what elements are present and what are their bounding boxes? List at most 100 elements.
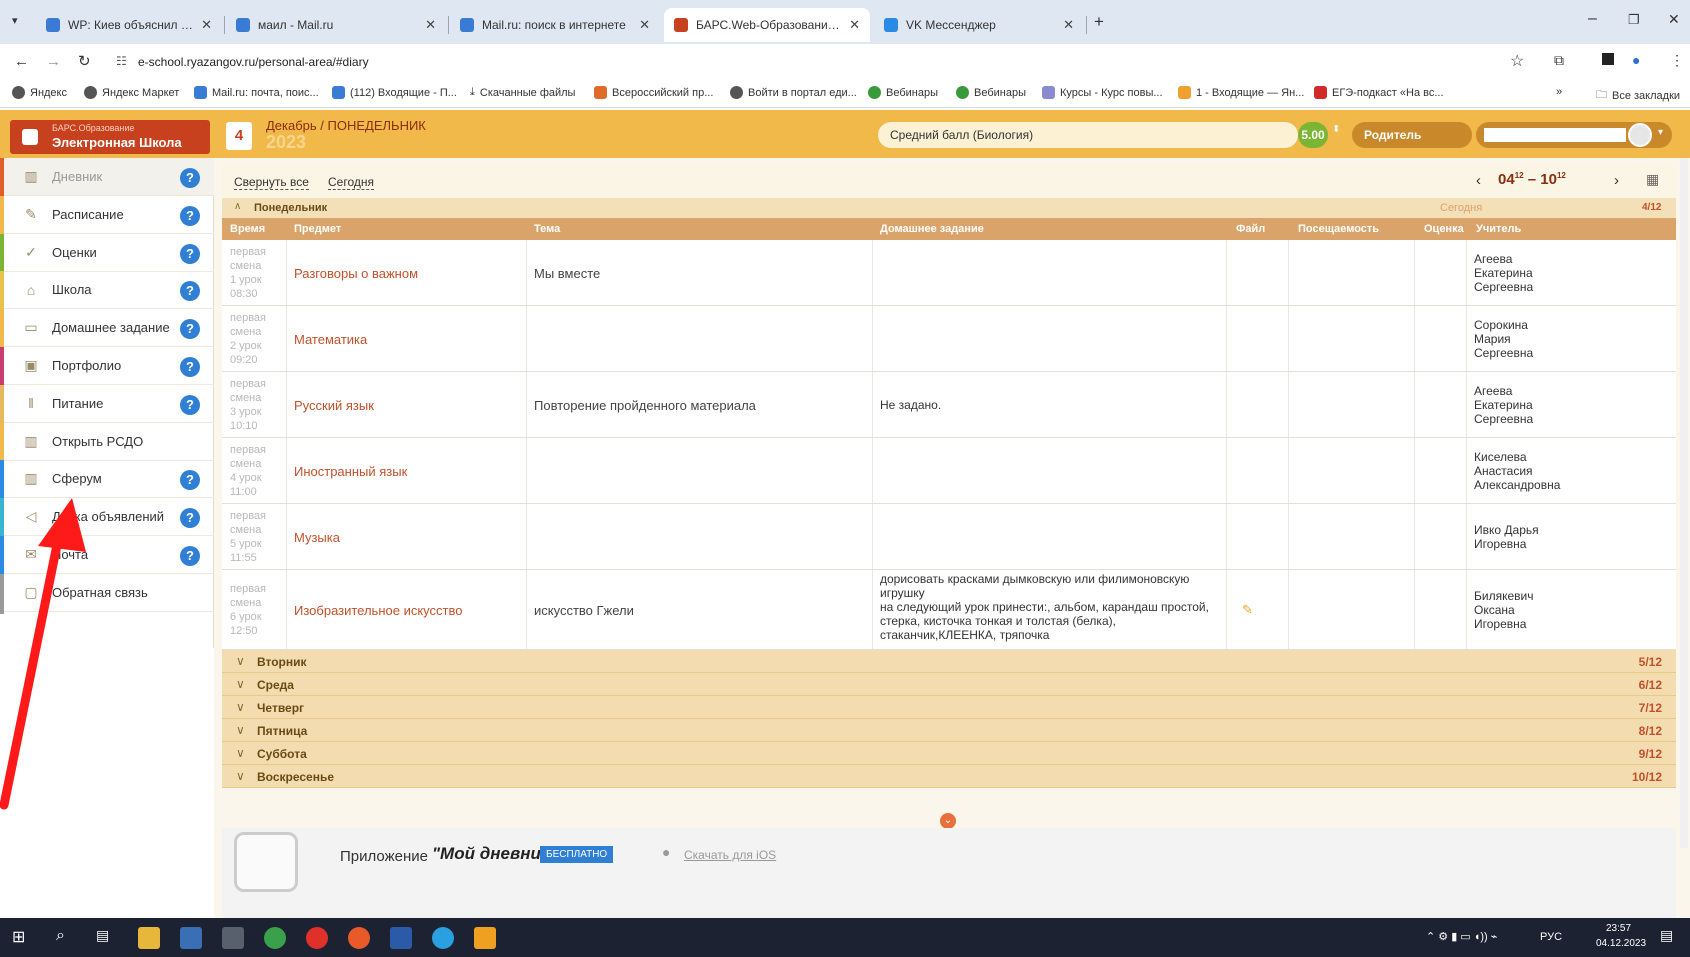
help-icon[interactable]: ? bbox=[180, 470, 200, 491]
day-header[interactable]: ∨ Четверг 7/12 bbox=[222, 696, 1676, 719]
tray-icons[interactable]: ⌃ ⚙ ▮ ▭ ◖)) ⌁ bbox=[1426, 930, 1497, 943]
lesson-subject[interactable]: Русский язык bbox=[294, 398, 374, 413]
bookmark-item[interactable]: Курсы - Курс повы... bbox=[1042, 86, 1163, 99]
sidebar-item[interactable]: ▣ Портфолио ? bbox=[0, 347, 214, 387]
start-icon[interactable]: ⊞ bbox=[12, 927, 34, 949]
close-icon[interactable]: ✕ bbox=[1055, 17, 1074, 33]
chrome-icon[interactable] bbox=[264, 927, 286, 949]
day-header[interactable]: ∨ Среда 6/12 bbox=[222, 673, 1676, 696]
attachment-icon[interactable]: ✎ bbox=[1242, 602, 1253, 618]
app-icon[interactable] bbox=[474, 927, 496, 949]
day-header-monday[interactable]: ∧ Понедельник Сегодня 4/12 bbox=[222, 198, 1676, 218]
bookmark-item[interactable]: 1 - Входящие — Ян... bbox=[1178, 86, 1304, 99]
bookmark-item[interactable]: Войти в портал еди... bbox=[730, 86, 857, 99]
forward-icon[interactable]: → bbox=[46, 53, 61, 70]
sidebar-item[interactable]: ▭ Домашнее задание ? bbox=[0, 309, 214, 350]
bookmark-item[interactable]: Яндекс bbox=[12, 86, 67, 99]
search-icon[interactable]: ⌕ bbox=[56, 927, 78, 949]
tab-list-chevron-icon[interactable]: ▾ bbox=[12, 14, 18, 27]
user-select[interactable]: ▾ bbox=[1476, 122, 1672, 148]
help-icon[interactable]: ? bbox=[180, 394, 200, 415]
help-icon[interactable]: ? bbox=[180, 168, 200, 188]
browser-tab[interactable]: WP: Киев объяснил США проc✕ bbox=[36, 8, 222, 42]
bookmark-item[interactable]: Всероссийский пр... bbox=[594, 86, 713, 99]
bookmark-item[interactable]: (112) Входящие - П... bbox=[332, 86, 457, 99]
lesson-subject[interactable]: Иностранный язык bbox=[294, 464, 407, 479]
restore-icon[interactable]: ❐ bbox=[1628, 12, 1640, 28]
help-icon[interactable]: ? bbox=[180, 243, 200, 264]
average-grade-select[interactable]: Средний балл (Биология) bbox=[878, 122, 1298, 148]
collapse-all-link[interactable]: Свернуть все bbox=[234, 175, 309, 190]
menu-icon[interactable]: ⋮ bbox=[1670, 52, 1684, 69]
sidebar-item[interactable]: ǁ Питание ? bbox=[0, 384, 214, 425]
word-icon[interactable] bbox=[390, 927, 412, 949]
day-header[interactable]: ∨ Вторник 5/12 bbox=[222, 650, 1676, 673]
bookmark-item[interactable]: Яндекс Маркет bbox=[84, 86, 179, 99]
browser-tab-active[interactable]: БАРС.Web-Образование - Ли✕ bbox=[664, 8, 870, 42]
site-info-icon[interactable]: ☷ bbox=[116, 54, 127, 68]
help-icon[interactable]: ? bbox=[180, 357, 200, 377]
calculator-icon[interactable] bbox=[222, 927, 244, 949]
sidebar-item[interactable]: ▥ Открыть РСДО bbox=[0, 422, 214, 463]
explorer-icon[interactable] bbox=[138, 927, 160, 949]
bookmark-item[interactable]: ЕГЭ-подкаст «На вс... bbox=[1314, 86, 1444, 99]
close-icon[interactable]: ✕ bbox=[417, 17, 436, 33]
today-link[interactable]: Сегодня bbox=[328, 175, 374, 190]
role-select[interactable]: Родитель▾ bbox=[1352, 122, 1486, 148]
notifications-icon[interactable]: ▤ bbox=[1660, 927, 1673, 944]
taskview-icon[interactable]: ▤ bbox=[96, 927, 118, 949]
bookmark-item[interactable]: ⤓ Скачанные файлы bbox=[470, 86, 575, 99]
lesson-subject[interactable]: Разговоры о важном bbox=[294, 266, 418, 281]
calendar-icon[interactable]: ▦ bbox=[1646, 171, 1659, 188]
more-bookmarks-icon[interactable]: » bbox=[1556, 86, 1562, 98]
help-icon[interactable]: ? bbox=[180, 508, 200, 529]
yandex-icon[interactable] bbox=[306, 927, 328, 949]
bookmark-item[interactable]: Вебинары bbox=[956, 86, 1026, 99]
help-icon[interactable]: ? bbox=[180, 281, 200, 302]
sidebar-item[interactable]: ✎ Расписание ? bbox=[0, 195, 214, 236]
day-header[interactable]: ∨ Воскресенье 10/12 bbox=[222, 765, 1676, 788]
back-icon[interactable]: ← bbox=[14, 53, 29, 70]
close-icon[interactable]: ✕ bbox=[841, 17, 860, 33]
close-window-icon[interactable]: ✕ bbox=[1668, 11, 1680, 28]
profile-icon[interactable]: ● bbox=[1632, 52, 1640, 68]
new-tab-icon[interactable]: + bbox=[1094, 12, 1104, 32]
app-icon[interactable] bbox=[180, 927, 202, 949]
browser-tab[interactable]: Mail.ru: поиск в интернете ✕ bbox=[450, 8, 660, 42]
next-week-icon[interactable]: › bbox=[1614, 172, 1619, 189]
reload-icon[interactable]: ↻ bbox=[78, 52, 91, 70]
browser-tab[interactable]: маил - Mail.ru ✕ bbox=[226, 8, 446, 42]
url-field[interactable]: e-school.ryazangov.ru/personal-area/#dia… bbox=[138, 55, 369, 69]
help-icon[interactable]: ? bbox=[180, 205, 200, 226]
extensions-icon[interactable]: ⧉ bbox=[1554, 52, 1564, 69]
logo[interactable]: БАРС.Образование Электронная Школа bbox=[10, 120, 210, 154]
bookmark-item[interactable]: Mail.ru: почта, поис... bbox=[194, 86, 319, 99]
prev-week-icon[interactable]: ‹ bbox=[1476, 172, 1481, 189]
scroll-down-icon[interactable]: ⌄ bbox=[940, 813, 956, 829]
sidepanel-icon[interactable] bbox=[1602, 53, 1614, 65]
star-icon[interactable]: ☆ bbox=[1510, 51, 1524, 71]
lesson-subject[interactable]: Музыка bbox=[294, 530, 340, 545]
bookmark-item[interactable]: Вебинары bbox=[868, 86, 938, 99]
day-header[interactable]: ∨ Пятница 8/12 bbox=[222, 719, 1676, 742]
sidebar-accent bbox=[0, 158, 4, 198]
lesson-subject[interactable]: Математика bbox=[294, 332, 367, 347]
sidebar-item[interactable]: ▥ Дневник ? bbox=[0, 158, 214, 198]
close-icon[interactable]: ✕ bbox=[193, 17, 212, 33]
close-icon[interactable]: ✕ bbox=[631, 17, 650, 33]
sidebar-item[interactable]: ✓ Оценки ? bbox=[0, 233, 214, 274]
sidebar-item[interactable]: ⌂ Школа ? bbox=[0, 271, 214, 312]
language-indicator[interactable]: РУС bbox=[1540, 931, 1562, 943]
stepper-icon[interactable]: ⬍ bbox=[1332, 124, 1340, 135]
browser-tab[interactable]: VK Мессенджер ✕ bbox=[874, 8, 1084, 42]
all-bookmarks[interactable]: 🗀 Все закладки bbox=[1596, 86, 1680, 105]
minimize-icon[interactable]: – bbox=[1588, 10, 1597, 28]
scrollbar[interactable] bbox=[1680, 158, 1688, 848]
day-header[interactable]: ∨ Суббота 9/12 bbox=[222, 742, 1676, 765]
telegram-icon[interactable] bbox=[432, 927, 454, 949]
ios-download-link[interactable]: Скачать для iOS bbox=[684, 848, 776, 862]
help-icon[interactable]: ? bbox=[180, 546, 200, 566]
help-icon[interactable]: ? bbox=[180, 319, 200, 340]
lesson-subject[interactable]: Изобразительное искусство bbox=[294, 603, 462, 618]
app-icon[interactable] bbox=[348, 927, 370, 949]
